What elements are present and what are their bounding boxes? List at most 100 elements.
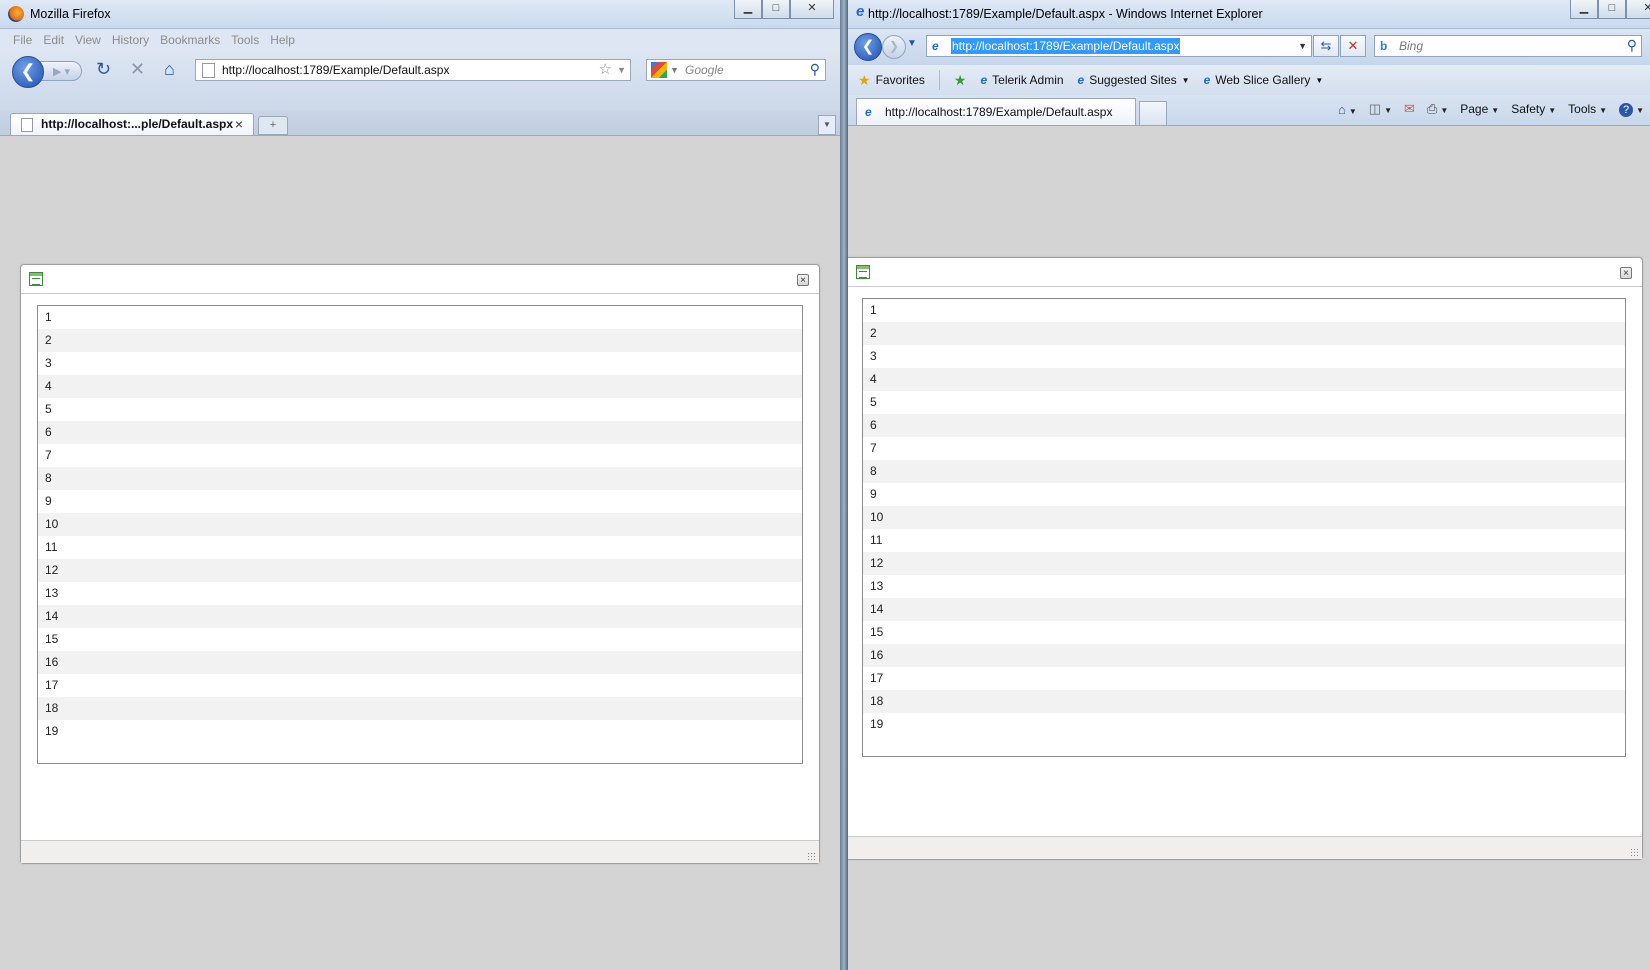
fav-suggested-sites[interactable]: e Suggested Sites ▼ [1078, 73, 1190, 87]
fav-web-slice-gallery[interactable]: e Web Slice Gallery ▼ [1204, 73, 1324, 87]
list-item[interactable]: 10 [38, 513, 802, 536]
stop-icon[interactable]: ✕ [130, 59, 145, 80]
list-item[interactable]: 18 [863, 690, 1625, 713]
list-item[interactable]: 12 [38, 559, 802, 582]
rad-window-close-button[interactable]: × [797, 274, 809, 286]
list-item[interactable]: 2 [38, 329, 802, 352]
compatibility-view-icon[interactable]: ⇆ [1313, 35, 1339, 57]
list-item[interactable]: 8 [38, 467, 802, 490]
google-icon[interactable] [651, 62, 667, 78]
ie-tab-label: http://localhost:1789/Example/Default.as… [885, 105, 1113, 119]
list-item[interactable]: 11 [38, 536, 802, 559]
list-item[interactable]: 3 [863, 345, 1625, 368]
favorites-button[interactable]: ★ Favorites [858, 72, 925, 89]
list-item[interactable]: 4 [38, 375, 802, 398]
page-menu-button[interactable]: Page ▼ [1460, 102, 1499, 116]
list-item[interactable]: 7 [863, 437, 1625, 460]
fav-telerik-admin[interactable]: e Telerik Admin [980, 73, 1063, 87]
new-tab-button[interactable] [1139, 101, 1167, 125]
close-button[interactable]: ✕ [1626, 0, 1650, 19]
list-item[interactable]: 13 [863, 575, 1625, 598]
menu-bookmarks[interactable]: Bookmarks [160, 33, 220, 47]
forward-button[interactable]: ❯ [882, 35, 906, 59]
search-icon[interactable]: ⚲ [1627, 35, 1637, 55]
new-tab-button[interactable]: + [258, 116, 288, 135]
back-button[interactable]: ❮ [854, 33, 882, 61]
home-button[interactable]: ⌂ ▼ [1338, 102, 1357, 117]
favorites-star-icon: ★ [858, 71, 871, 88]
list-item[interactable]: 5 [863, 391, 1625, 414]
list-item[interactable]: 1 [863, 299, 1625, 322]
list-item[interactable]: 16 [863, 644, 1625, 667]
list-item[interactable]: 4 [863, 368, 1625, 391]
resize-grip-icon[interactable] [1630, 848, 1638, 856]
favorites-label: Favorites [875, 73, 925, 87]
menu-view[interactable]: View [75, 33, 101, 47]
menu-tools[interactable]: Tools [231, 33, 259, 47]
list-item[interactable]: 15 [863, 621, 1625, 644]
bookmark-star-icon[interactable]: ☆ [599, 60, 612, 80]
search-icon[interactable]: ⚲ [810, 59, 820, 79]
menu-help[interactable]: Help [270, 33, 295, 47]
home-icon[interactable]: ⌂ [164, 59, 175, 80]
maximize-button[interactable]: □ [1598, 0, 1626, 19]
forward-button[interactable]: ▶ ▾ [38, 61, 82, 81]
list-item[interactable]: 9 [38, 490, 802, 513]
safety-menu-button[interactable]: Safety ▼ [1511, 102, 1556, 116]
listbox: 1 2 3 4 5 6 7 8 9 10 11 12 13 14 15 16 17 18 19 [862, 298, 1626, 757]
minimize-button[interactable]: ▁ [734, 0, 762, 19]
list-item[interactable]: 8 [863, 460, 1625, 483]
maximize-button[interactable]: □ [762, 0, 790, 19]
tab-close-icon[interactable]: × [235, 114, 243, 135]
list-item[interactable]: 19 [38, 720, 802, 743]
stop-icon[interactable]: ✕ [1340, 35, 1366, 57]
url-dropdown-icon[interactable]: ▼ [617, 60, 626, 80]
rad-window-close-button[interactable]: × [1620, 267, 1632, 279]
list-item[interactable]: 18 [38, 697, 802, 720]
ie-tab[interactable]: e http://localhost:1789/Example/Default.… [856, 98, 1136, 125]
list-item[interactable]: 17 [38, 674, 802, 697]
recent-pages-dropdown-icon[interactable]: ▼ [907, 38, 917, 49]
menu-file[interactable]: File [13, 33, 32, 47]
engine-dropdown-icon[interactable]: ▼ [670, 60, 679, 80]
mail-icon[interactable]: ✉ [1404, 101, 1415, 117]
firefox-tab[interactable]: http://localhost:...ple/Default.aspx × [10, 113, 254, 135]
list-item[interactable]: 6 [863, 414, 1625, 437]
list-item[interactable]: 12 [863, 552, 1625, 575]
close-button[interactable]: ✕ [790, 0, 834, 19]
minimize-button[interactable]: ▁ [1570, 0, 1598, 19]
list-item[interactable]: 14 [863, 598, 1625, 621]
ie-search-bar[interactable]: b Bing ⚲ [1374, 35, 1642, 57]
menu-edit[interactable]: Edit [43, 33, 64, 47]
print-button[interactable]: ⎙ ▼ [1427, 101, 1448, 117]
list-item[interactable]: 19 [863, 713, 1625, 736]
add-favorites-icon[interactable]: ★ [954, 72, 967, 89]
list-item[interactable]: 13 [38, 582, 802, 605]
firefox-url-bar[interactable]: http://localhost:1789/Example/Default.as… [195, 59, 631, 81]
list-item[interactable]: 1 [38, 306, 802, 329]
menu-history[interactable]: History [112, 33, 149, 47]
back-button[interactable]: ❮ [12, 56, 44, 88]
list-item[interactable]: 17 [863, 667, 1625, 690]
list-item[interactable]: 9 [863, 483, 1625, 506]
reload-icon[interactable]: ↻ [96, 59, 111, 80]
resize-grip-icon[interactable] [807, 852, 815, 860]
list-item[interactable]: 3 [38, 352, 802, 375]
list-item[interactable]: 10 [863, 506, 1625, 529]
tools-menu-button[interactable]: Tools ▼ [1568, 102, 1607, 116]
ie-address-row: ❮ ❯ ▼ e http://localhost:1789/Example/De… [848, 29, 1650, 65]
ie-url-bar[interactable]: e http://localhost:1789/Example/Default.… [926, 35, 1312, 57]
firefox-search-bar[interactable]: ▼ Google ⚲ [646, 59, 826, 81]
feeds-button[interactable]: ◫ ▼ [1369, 101, 1392, 117]
list-item[interactable]: 16 [38, 651, 802, 674]
list-all-tabs-button[interactable]: ▼ [818, 115, 836, 135]
list-item[interactable]: 7 [38, 444, 802, 467]
url-dropdown-icon[interactable]: ▼ [1298, 36, 1307, 56]
help-button[interactable]: ? ▼ [1619, 102, 1644, 117]
list-item[interactable]: 5 [38, 398, 802, 421]
list-item[interactable]: 15 [38, 628, 802, 651]
list-item[interactable]: 11 [863, 529, 1625, 552]
list-item[interactable]: 2 [863, 322, 1625, 345]
list-item[interactable]: 6 [38, 421, 802, 444]
list-item[interactable]: 14 [38, 605, 802, 628]
